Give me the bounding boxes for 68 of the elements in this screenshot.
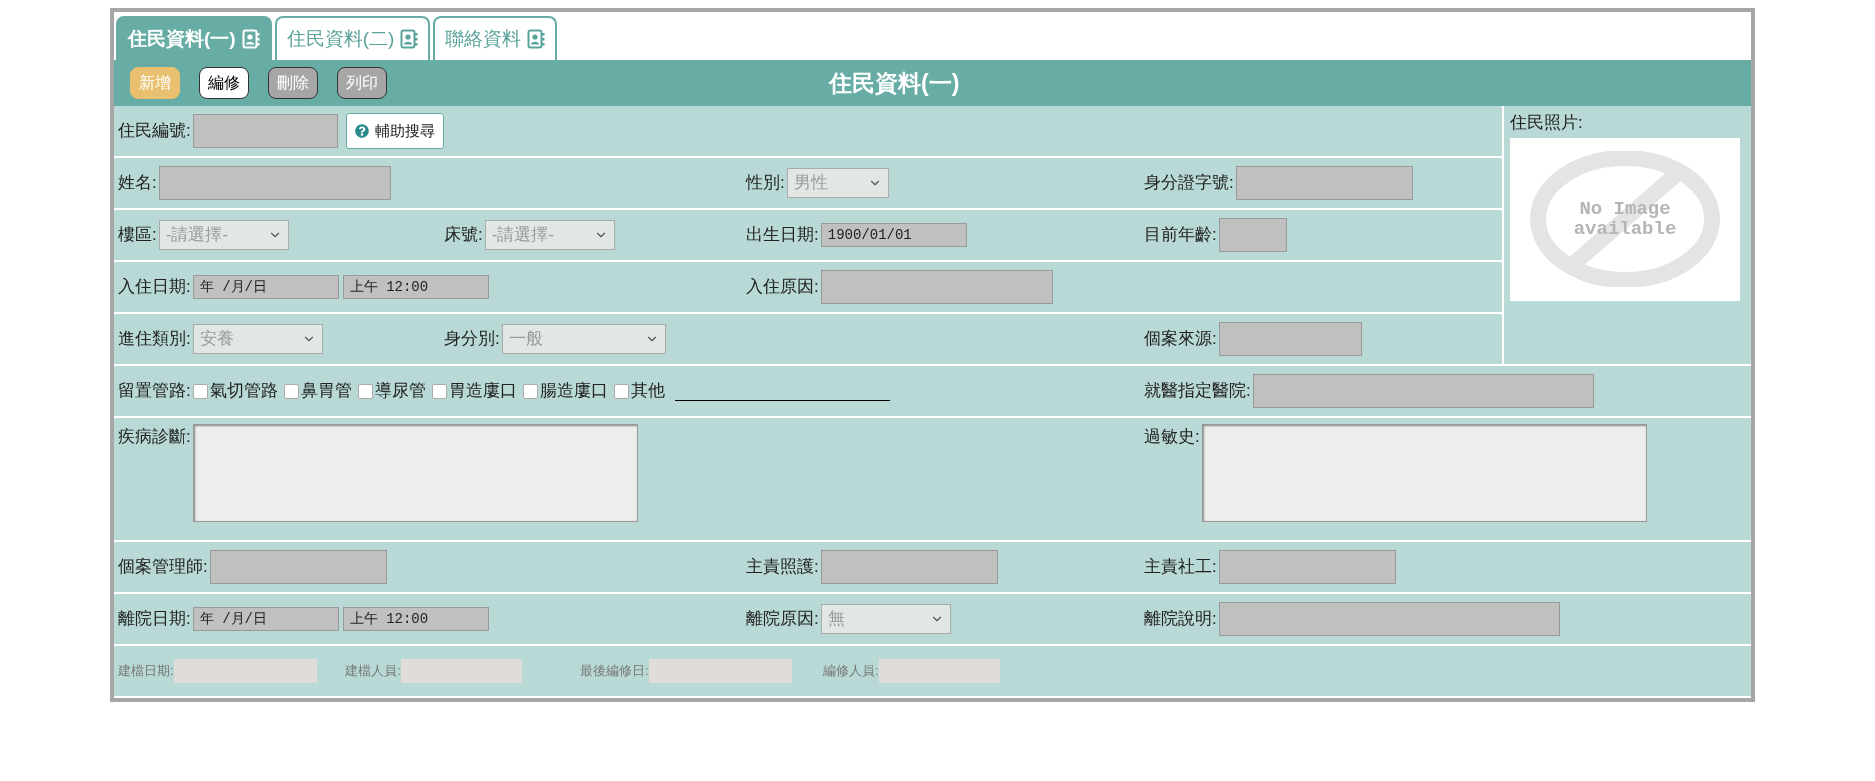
search-helper-button[interactable]: 輔助搜尋 (345, 113, 444, 149)
field-label: 個案來源: (1144, 328, 1217, 351)
checkbox[interactable] (431, 383, 447, 399)
text-field[interactable] (209, 550, 387, 584)
field-label: 主責照護: (746, 556, 819, 579)
field-label: 離院原因: (746, 608, 819, 631)
text-field[interactable] (1235, 166, 1413, 200)
field-label: 主責社工: (1144, 556, 1217, 579)
field-label: 離院日期: (118, 608, 191, 631)
contact-card-icon (241, 29, 260, 49)
checkbox-option[interactable]: 導尿管 (357, 378, 426, 404)
field-label: 個案管理師: (118, 556, 208, 579)
date-field[interactable]: 年 /月/日 (192, 275, 339, 299)
meta-label: 最後編修日: (580, 662, 649, 681)
meta-label: 編修人員: (823, 662, 879, 681)
field-label: 身分別: (444, 328, 500, 351)
no-image-text: available (1573, 219, 1677, 239)
no-image-icon (1530, 151, 1720, 287)
checkbox[interactable] (283, 383, 299, 399)
text-field[interactable] (1218, 550, 1396, 584)
no-image-text: No Image (1579, 199, 1671, 219)
text-field[interactable] (1218, 602, 1560, 636)
checkbox[interactable] (357, 383, 373, 399)
field-label: 姓名: (118, 172, 157, 195)
meta-label: 建檔人員: (345, 662, 401, 681)
text-field[interactable] (192, 114, 338, 148)
form-title: 住民資料(一) (829, 68, 960, 98)
date-field[interactable]: 年 /月/日 (192, 607, 339, 631)
checkbox-option[interactable]: 腸造廔口 (522, 378, 608, 404)
text-field[interactable] (1218, 322, 1362, 356)
date-field[interactable]: 1900/01/01 (820, 223, 967, 247)
field-label: 身分證字號: (1144, 172, 1234, 195)
field-label: 樓區: (118, 224, 157, 247)
toolbar-button[interactable]: 編修 (199, 67, 249, 99)
field-label: 離院說明: (1144, 608, 1217, 631)
text-field[interactable] (820, 550, 998, 584)
meta-label: 建檔日期: (118, 662, 174, 681)
date-field[interactable]: 上午 12:00 (342, 607, 489, 631)
field-label: 入住日期: (118, 276, 191, 299)
field-label: 出生日期: (746, 224, 819, 247)
contact-card-icon (527, 29, 546, 49)
field-label: 入住原因: (746, 276, 819, 299)
field-label: 床號: (444, 224, 483, 247)
text-field[interactable] (1218, 218, 1287, 252)
text-field[interactable] (158, 166, 391, 200)
field-label: 進住類別: (118, 328, 191, 351)
checkbox-option[interactable]: 鼻胃管 (283, 378, 352, 404)
field-label: 就醫指定醫院: (1144, 380, 1251, 403)
checkbox[interactable] (613, 383, 629, 399)
text-area[interactable] (1201, 424, 1647, 522)
help-icon (354, 124, 369, 138)
text-field[interactable] (820, 270, 1053, 304)
date-field[interactable]: 上午 12:00 (342, 275, 489, 299)
checkbox[interactable] (522, 383, 538, 399)
checkbox-option[interactable]: 胃造廔口 (431, 378, 517, 404)
field-label: 疾病診斷: (118, 426, 191, 448)
field-label: 性別: (746, 172, 785, 195)
field-label: 住民編號: (118, 120, 191, 143)
field-label: 留置管路: (118, 380, 191, 403)
contact-card-icon (400, 29, 419, 49)
field-label: 過敏史: (1144, 426, 1200, 448)
field-label: 目前年齡: (1144, 224, 1217, 247)
checkbox-option[interactable]: 其他 (613, 378, 665, 404)
photo-label: 住民照片: (1510, 112, 1584, 134)
checkbox-option[interactable]: 氣切管路 (192, 378, 278, 404)
text-field[interactable] (1252, 374, 1594, 408)
checkbox[interactable] (192, 383, 208, 399)
text-area[interactable] (192, 424, 638, 522)
